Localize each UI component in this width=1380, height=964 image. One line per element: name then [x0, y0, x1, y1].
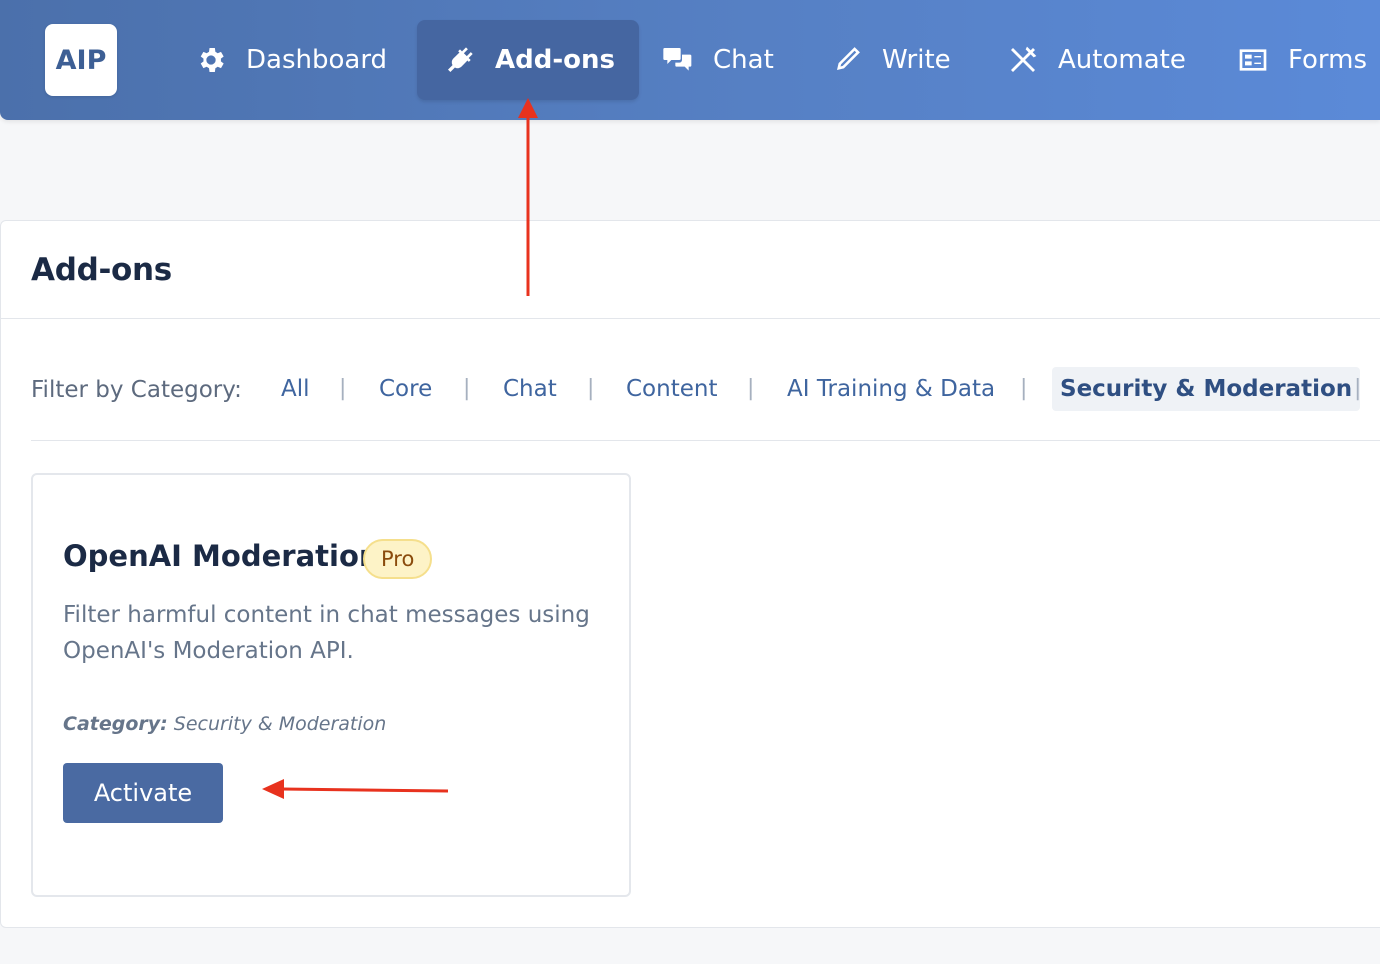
activate-button[interactable]: Activate — [63, 763, 223, 823]
filter-ai-training-data[interactable]: AI Training & Data — [779, 367, 1003, 411]
nav-label-chat: Chat — [713, 45, 774, 75]
pencil-icon — [830, 43, 864, 77]
nav-item-automate[interactable]: Automate — [990, 20, 1202, 100]
addon-title: OpenAI Moderation — [63, 539, 380, 573]
nav-label-addons: Add-ons — [495, 45, 615, 75]
nav-item-write[interactable]: Write — [814, 20, 967, 100]
nav-label-automate: Automate — [1058, 45, 1186, 75]
nav-item-forms[interactable]: Forms — [1220, 20, 1380, 100]
nav-item-chat[interactable]: Chat — [645, 20, 790, 100]
filter-security-moderation[interactable]: Security & Moderation — [1052, 367, 1361, 411]
filter-separator: | — [463, 376, 471, 401]
nav-item-addons[interactable]: Add-ons — [417, 20, 639, 100]
filter-separator: | — [587, 376, 595, 401]
chat-bubbles-icon — [661, 43, 695, 77]
filter-separator: | — [747, 376, 755, 401]
page-title: Add-ons — [31, 252, 172, 288]
pro-badge: Pro — [363, 539, 433, 579]
tools-icon — [1006, 43, 1040, 77]
filter-label: Filter by Category: — [31, 377, 242, 403]
top-navigation-bar: AIP Dashboard Add-ons Chat Write Automat… — [0, 0, 1380, 120]
addon-card-openai-moderation: OpenAI Moderation Pro Filter harmful con… — [31, 473, 631, 897]
nav-label-forms: Forms — [1288, 45, 1368, 75]
nav-label-write: Write — [882, 45, 951, 75]
addon-category: Category: Security & Moderation — [63, 713, 386, 735]
filter-chat[interactable]: Chat — [495, 367, 565, 411]
category-label: Category: — [63, 713, 168, 735]
filter-all[interactable]: All — [273, 367, 318, 411]
panel-header: Add-ons — [1, 221, 1380, 319]
filter-content[interactable]: Content — [618, 367, 725, 411]
addon-description: Filter harmful content in chat messages … — [63, 602, 590, 664]
filter-separator: | — [1020, 376, 1028, 401]
addons-page: AIP Dashboard Add-ons Chat Write Automat… — [0, 0, 1380, 964]
form-icon — [1236, 43, 1270, 77]
filter-separator: | — [339, 376, 347, 401]
gear-icon — [194, 43, 228, 77]
app-logo[interactable]: AIP — [45, 24, 117, 96]
category-filter: Filter by Category: All | Core | Chat | … — [31, 367, 1380, 441]
category-value: Security & Moderation — [173, 713, 387, 735]
filter-separator: | — [1354, 376, 1362, 401]
addons-panel: Add-ons Filter by Category: All | Core |… — [0, 220, 1380, 928]
filter-core[interactable]: Core — [371, 367, 440, 411]
nav-label-dashboard: Dashboard — [246, 45, 388, 75]
plug-icon — [443, 43, 477, 77]
nav-item-dashboard[interactable]: Dashboard — [178, 20, 403, 100]
